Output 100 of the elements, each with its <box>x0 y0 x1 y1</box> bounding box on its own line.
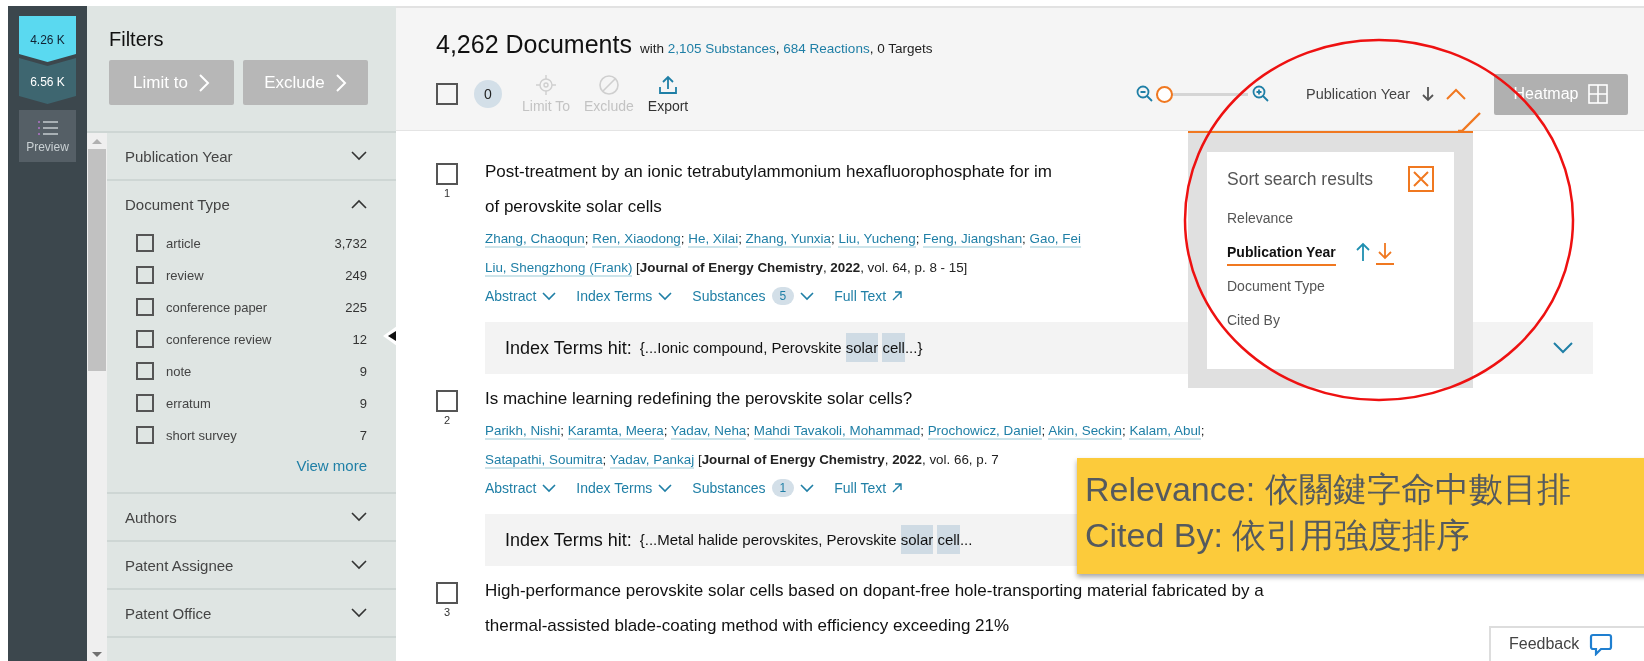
toolbar-action-button[interactable]: Export <box>647 74 689 114</box>
list-icon <box>36 120 59 137</box>
facet-header[interactable]: Authors <box>107 494 396 540</box>
expand-link[interactable]: Index Terms <box>576 480 673 496</box>
facet-header[interactable]: Publication Year <box>107 133 396 179</box>
popup-title: Sort search results <box>1227 168 1373 190</box>
speech-bubble-icon <box>1589 632 1614 656</box>
arrow-down-icon[interactable] <box>1375 241 1394 265</box>
expand-link[interactable]: Substances 1 <box>692 479 815 497</box>
checkbox[interactable] <box>136 426 154 444</box>
option-count: 225 <box>345 299 367 315</box>
upload-icon <box>657 74 680 96</box>
chevron-down-icon <box>351 608 367 618</box>
author-link[interactable]: Ren, Xiaodong <box>592 231 681 248</box>
result-title[interactable]: High-performance perovskite solar cells based on dopant-free hole-transporting material fabricated by a thermal-assisted blade-coating method with efficiency exceeding 21% <box>485 573 1264 643</box>
summary-link[interactable]: 684 Reactions <box>783 41 870 56</box>
zoom-slider-thumb[interactable] <box>1156 85 1173 103</box>
result-title[interactable]: Post-treatment by an ionic tetrabutylammonium hexafluorophosphate for im of perovskite solar cells <box>485 154 1052 224</box>
expand-link[interactable]: Abstract <box>485 480 557 496</box>
author-link[interactable]: Akin, Seckin <box>1048 423 1122 440</box>
scroll-down-icon[interactable] <box>91 651 103 659</box>
selected-count-badge: 0 <box>474 80 502 108</box>
sort-dropdown[interactable]: Publication Year <box>1306 86 1466 102</box>
chevron-down-icon <box>800 291 815 301</box>
chevron-down-icon <box>542 291 557 301</box>
callout-text: Relevance: 依關鍵字命中數目排 <box>1085 469 1572 510</box>
hit-text: {...Ionic compound, Perovskite solar cell...} <box>639 331 923 365</box>
full-text-link[interactable]: Full Text <box>834 480 903 496</box>
summary-link[interactable]: 2,105 Substances <box>667 41 776 56</box>
chevron-up-icon <box>351 199 367 209</box>
scrollbar[interactable] <box>87 133 107 661</box>
author-link[interactable]: Liu, Yucheng <box>838 231 916 248</box>
result-number: 3 <box>442 606 452 618</box>
sort-option[interactable]: Document Type <box>1227 274 1325 300</box>
close-button[interactable] <box>1408 166 1434 192</box>
option-label: conference paper <box>166 299 268 315</box>
option-label: erratum <box>166 395 211 411</box>
author-link[interactable]: Zhang, Yunxia <box>745 231 831 248</box>
preview-tab[interactable]: Preview <box>19 110 76 162</box>
author-link[interactable]: Karamta, Meera <box>567 423 664 440</box>
facet-header[interactable]: Patent Office <box>107 590 396 636</box>
sort-option[interactable]: Publication Year <box>1227 240 1336 266</box>
option-label: conference review <box>166 331 272 347</box>
chevron-down-icon <box>351 151 367 161</box>
prohibited-icon <box>597 74 620 96</box>
expand-link[interactable]: Substances 5 <box>692 287 815 305</box>
result-checkbox[interactable] <box>436 390 458 412</box>
author-link[interactable]: Zhang, Chaoqun <box>485 231 585 248</box>
option-count: 12 <box>352 331 367 347</box>
chevron-down-icon <box>658 291 673 301</box>
zoom-out-icon[interactable] <box>1136 85 1154 103</box>
chevron-right-icon <box>334 72 347 93</box>
option-label: review <box>166 267 204 283</box>
checkbox[interactable] <box>136 394 154 412</box>
full-text-link[interactable]: Full Text <box>834 288 903 304</box>
checkbox[interactable] <box>136 330 154 348</box>
result-set-tab[interactable]: 4.26 K <box>19 16 76 62</box>
view-more-link[interactable]: View more <box>296 457 367 474</box>
author-link[interactable]: Prochowicz, Daniel <box>927 423 1042 440</box>
checkbox[interactable] <box>136 266 154 284</box>
chevron-down-icon <box>658 483 673 493</box>
option-label: note <box>166 363 192 379</box>
filters-title: Filters <box>109 28 165 51</box>
pointer-triangle-icon[interactable] <box>383 326 397 346</box>
expand-link[interactable]: Abstract <box>485 288 557 304</box>
facet-header[interactable]: Document Type <box>107 181 396 227</box>
chevron-down-icon[interactable] <box>1553 342 1573 354</box>
sort-option[interactable]: Cited By <box>1227 308 1280 334</box>
expand-link[interactable]: Index Terms <box>576 288 673 304</box>
author-link[interactable]: Yadav, Pankaj <box>609 452 695 469</box>
result-title[interactable]: Is machine learning redefining the perovskite solar cells? <box>485 381 913 416</box>
chevron-up-icon <box>1446 88 1466 100</box>
author-link[interactable]: Liu, Shengzhong (Frank) <box>485 260 633 277</box>
grid-icon <box>1588 84 1609 104</box>
feedback-button[interactable]: Feedback <box>1489 626 1644 661</box>
chevron-down-icon <box>351 512 367 522</box>
target-icon <box>535 74 557 96</box>
zoom-in-icon[interactable] <box>1252 85 1270 103</box>
callout-text: Cited By: 依引用強度排序 <box>1085 515 1472 556</box>
sort-option[interactable]: Relevance <box>1227 206 1294 232</box>
result-checkbox[interactable] <box>436 163 458 185</box>
facet-header[interactable]: Patent Assignee <box>107 542 396 588</box>
hit-label: Index Terms hit: <box>505 529 632 551</box>
result-set-tab[interactable]: 6.56 K <box>19 58 76 104</box>
checkbox[interactable] <box>136 362 154 380</box>
option-count: 7 <box>359 427 367 443</box>
external-arrow-icon <box>892 291 903 301</box>
author-link[interactable]: Satapathi, Soumitra <box>485 452 603 469</box>
hit-text: {...Metal halide perovskites, Perovskite solar cell... <box>639 523 973 557</box>
chevron-down-icon <box>351 560 367 570</box>
checkbox[interactable] <box>136 234 154 252</box>
author-link[interactable]: Gao, Fei <box>1029 231 1081 248</box>
results-summary: with 2,105 Substances, 684 Reactions, 0 Targets <box>639 41 933 56</box>
select-all-checkbox[interactable] <box>436 83 458 105</box>
author-list: Zhang, Chaoqun; Ren, Xiaodong; He, Xilai; Zhang, Yunxia; Liu, Yucheng; Feng, Jiangshan; Gao, Fei Liu, Shengzhong (Frank) [Journal of Energy Chemistry, 2022, vol. 64, p. 8 - 15] <box>485 224 1081 282</box>
result-checkbox[interactable] <box>436 582 458 604</box>
option-count: 9 <box>359 395 367 411</box>
checkbox[interactable] <box>136 298 154 316</box>
chevron-down-icon <box>800 483 815 493</box>
author-link[interactable]: Kalam, Abul <box>1129 423 1201 440</box>
